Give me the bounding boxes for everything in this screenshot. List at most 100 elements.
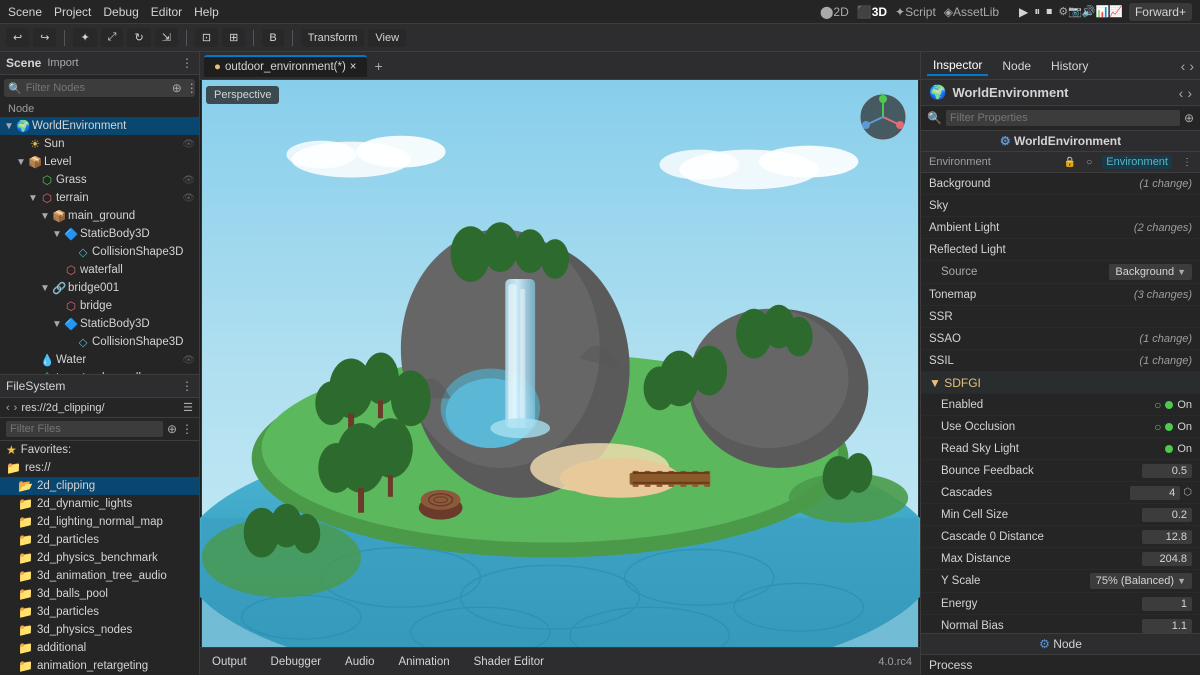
toolbar-rotate[interactable]: ↻ [127, 28, 150, 47]
tree-item-level[interactable]: ▼ 📦 Level [0, 153, 199, 171]
debugger-tab[interactable]: Debugger [267, 654, 326, 670]
path-back-icon[interactable]: ‹ [6, 402, 10, 414]
inspector-forward-icon[interactable]: › [1189, 58, 1194, 74]
visibility-icon[interactable]: 👁 [182, 355, 199, 366]
tree-item-staticbody2[interactable]: ▼ 🔷 StaticBody3D [0, 315, 199, 333]
inspector-back-icon[interactable]: ‹ [1181, 58, 1186, 74]
source-dropdown[interactable]: Background ▼ [1109, 264, 1192, 280]
fs-item-additional[interactable]: 📁 additional [0, 639, 199, 657]
enabled-toggle[interactable]: ○ On [1154, 398, 1192, 412]
fs-item-3d_balls[interactable]: 📁 3d_balls_pool [0, 585, 199, 603]
skylight-toggle[interactable]: On [1165, 443, 1192, 455]
prop-value[interactable]: 1.1 [1142, 619, 1192, 633]
prop-tonemap[interactable]: Tonemap (3 changes) [921, 284, 1200, 306]
occlusion-toggle[interactable]: ○ On [1154, 420, 1192, 434]
navigation-gizmo[interactable]: Y X Z [858, 92, 908, 142]
filter-more-icon[interactable]: ⋮ [181, 422, 193, 436]
visibility-icon[interactable]: 👁 [182, 193, 199, 204]
prop-value[interactable]: 204.8 [1142, 552, 1192, 566]
menu-project[interactable]: Project [54, 5, 91, 19]
toolbar-b[interactable]: B [262, 29, 283, 47]
scene-filter-input[interactable] [26, 82, 168, 94]
fs-item-3d_physics[interactable]: 📁 3d_physics_nodes [0, 621, 199, 639]
fs-item-animation_retargeting[interactable]: 📁 animation_retargeting [0, 657, 199, 675]
prop-min-cell-size[interactable]: Min Cell Size 0.2 [921, 504, 1200, 526]
mode-2d-button[interactable]: ⬤2D [820, 5, 849, 19]
new-tab-button[interactable]: + [369, 54, 389, 78]
prop-value[interactable]: 4 [1130, 486, 1180, 500]
play-button[interactable]: ▶ [1019, 5, 1028, 19]
cascades-input[interactable]: 4 ⬡ [1130, 486, 1192, 500]
prop-bounce-feedback[interactable]: Bounce Feedback 0.5 [921, 460, 1200, 482]
path-list-icon[interactable]: ☰ [183, 401, 193, 414]
path-forward-icon[interactable]: › [14, 402, 18, 414]
toolbar-redo[interactable]: ↪ [33, 28, 56, 47]
toolbar-select[interactable]: ✦ [73, 28, 96, 47]
animation-tab[interactable]: Animation [394, 654, 453, 670]
stop-button[interactable]: ⏹ [1046, 4, 1052, 19]
prop-read-sky-light[interactable]: Read Sky Light On [921, 438, 1200, 460]
prop-value[interactable]: 1 [1142, 597, 1192, 611]
fs-item-2d_clipping[interactable]: 📂 2d_clipping [0, 477, 199, 495]
menu-debug[interactable]: Debug [103, 5, 138, 19]
prop-energy[interactable]: Energy 1 [921, 593, 1200, 615]
output-tab[interactable]: Output [208, 654, 251, 670]
filter-icon[interactable]: ⊕ [167, 422, 177, 436]
inspector-tab-node[interactable]: Node [996, 57, 1037, 75]
prop-max-distance[interactable]: Max Distance 204.8 [921, 548, 1200, 570]
inspector-tab-inspector[interactable]: Inspector [927, 56, 988, 76]
filesystem-filter-input[interactable] [6, 421, 163, 437]
prop-ambient-light[interactable]: Ambient Light (2 changes) [921, 217, 1200, 239]
prop-ssr[interactable]: SSR [921, 306, 1200, 328]
toolbar-undo[interactable]: ↩ [6, 28, 29, 47]
toolbar-move[interactable]: ⤢ [101, 28, 124, 47]
filter-options-icon[interactable]: ⊕ [172, 81, 182, 95]
toolbar-snap[interactable]: ⊡ [195, 28, 218, 47]
tree-item-waterfall[interactable]: ⬡ waterfall [0, 261, 199, 279]
filter-properties-input[interactable] [946, 110, 1180, 126]
pause-button[interactable]: ⏸ [1034, 4, 1040, 19]
scene-menu-icon[interactable]: ⋮ [181, 56, 193, 70]
tree-item-bridge001[interactable]: ▼ 🔗 bridge001 [0, 279, 199, 297]
fs-item-res[interactable]: 📁 res:// [0, 459, 199, 477]
toolbar-scale[interactable]: ⇲ [155, 28, 178, 47]
prop-ssao[interactable]: SSAO (1 change) [921, 328, 1200, 350]
env-menu-icon[interactable]: ⋮ [1182, 157, 1192, 168]
prop-use-occlusion[interactable]: Use Occlusion ○ On [921, 416, 1200, 438]
prop-value[interactable]: 0.2 [1142, 508, 1192, 522]
tree-item-collision1[interactable]: ◇ CollisionShape3D [0, 243, 199, 261]
renderer-label[interactable]: Forward+ [1129, 3, 1192, 21]
tree-item-sun[interactable]: ☀ Sun 👁 [0, 135, 199, 153]
prop-sky[interactable]: Sky [921, 195, 1200, 217]
shader-editor-tab[interactable]: Shader Editor [470, 654, 548, 670]
prop-normal-bias[interactable]: Normal Bias 1.1 [921, 615, 1200, 633]
menu-help[interactable]: Help [194, 5, 219, 19]
tree-item-collision2[interactable]: ◇ CollisionShape3D [0, 333, 199, 351]
audio-tab[interactable]: Audio [341, 654, 378, 670]
visibility-icon[interactable]: 👁 [182, 175, 199, 186]
prop-value[interactable]: 12.8 [1142, 530, 1192, 544]
filesystem-menu-icon[interactable]: ⋮ [181, 379, 193, 393]
filter-more-icon[interactable]: ⋮ [186, 81, 198, 95]
tree-item-worldenvironment[interactable]: ▼ 🌍 WorldEnvironment [0, 117, 199, 135]
menu-scene[interactable]: Scene [8, 5, 42, 19]
toolbar-transform[interactable]: Transform [301, 29, 365, 47]
fs-item-2d_physics[interactable]: 📁 2d_physics_benchmark [0, 549, 199, 567]
prop-ssil[interactable]: SSIL (1 change) [921, 350, 1200, 372]
menu-editor[interactable]: Editor [151, 5, 182, 19]
toolbar-view[interactable]: View [368, 29, 406, 47]
prop-source[interactable]: Source Background ▼ [921, 261, 1200, 284]
tree-item-staticbody1[interactable]: ▼ 🔷 StaticBody3D [0, 225, 199, 243]
env-lock-icon[interactable]: 🔒 [1064, 157, 1076, 168]
node-prev-icon[interactable]: ‹ [1179, 85, 1184, 101]
prop-sdfgi[interactable]: ▼ SDFGI [921, 372, 1200, 394]
prop-value[interactable]: 0.5 [1142, 464, 1192, 478]
mode-assetlib-button[interactable]: ◈AssetLib [944, 5, 999, 19]
inspector-tab-history[interactable]: History [1045, 57, 1094, 75]
tree-item-water[interactable]: 💧 Water 👁 [0, 351, 199, 369]
fs-item-2d_dynamic[interactable]: 📁 2d_dynamic_lights [0, 495, 199, 513]
mode-script-button[interactable]: ✦Script [895, 5, 936, 19]
filter-options-icon[interactable]: ⊕ [1184, 111, 1194, 125]
stepper-icon[interactable]: ⬡ [1183, 487, 1192, 498]
env-circle-icon[interactable]: ○ [1086, 157, 1092, 168]
